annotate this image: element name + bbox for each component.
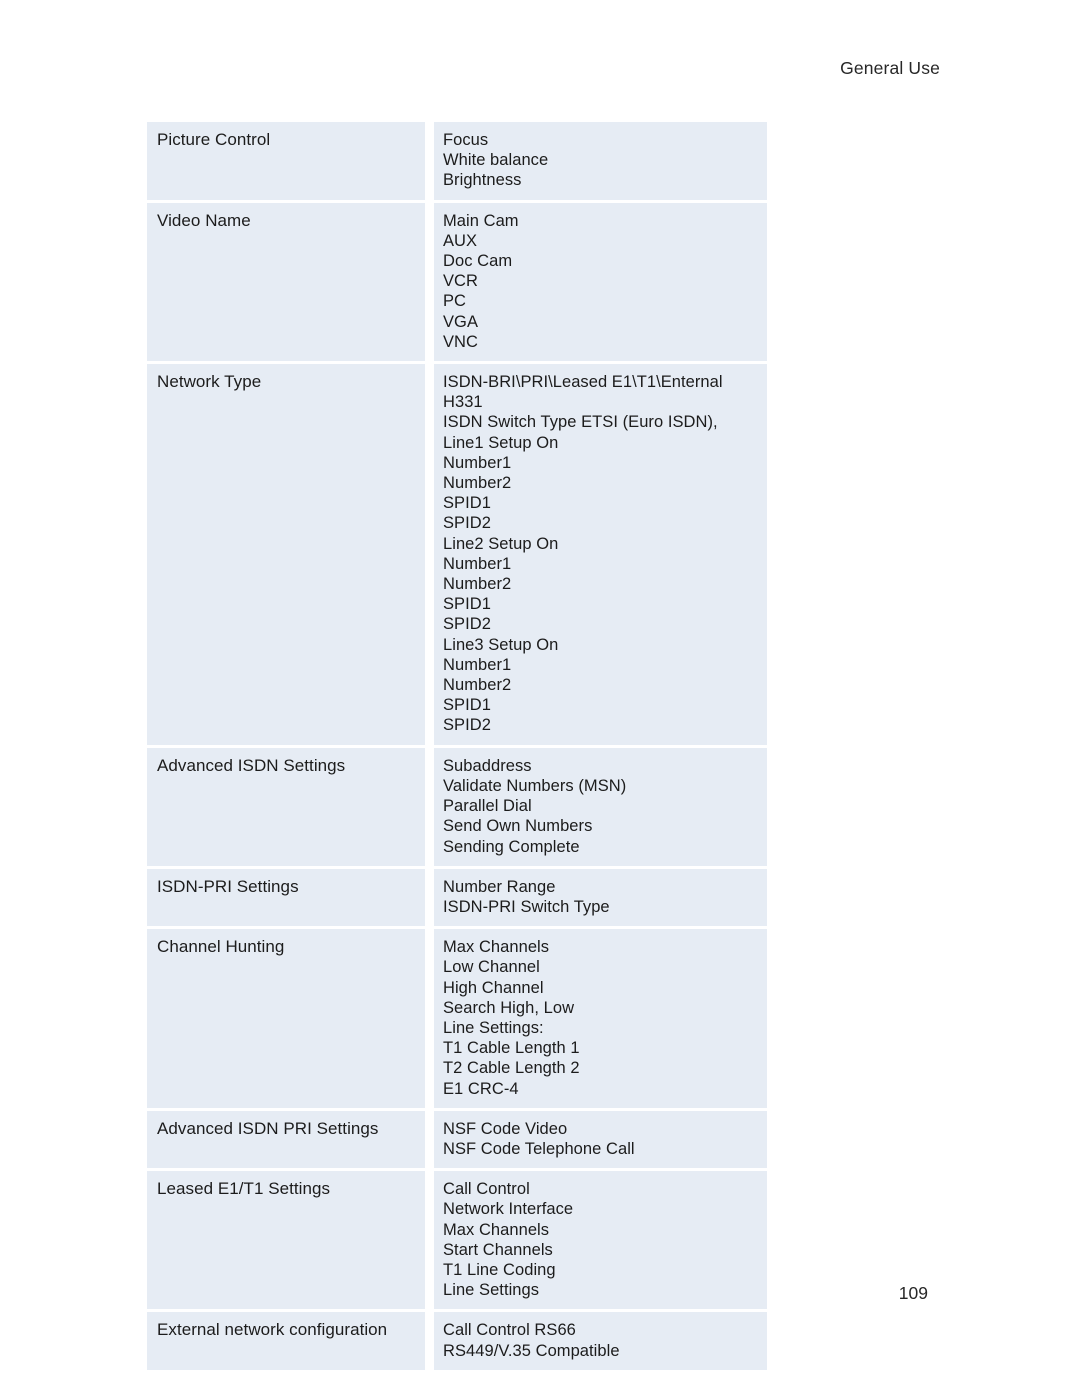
table-row: Network Type ISDN-BRI\PRI\Leased E1\T1\En… (147, 364, 767, 745)
option-item: Number2 (443, 676, 512, 695)
option-item: Number Range (443, 877, 556, 896)
option-item: Max Channels (443, 938, 550, 957)
column-divider (425, 929, 434, 1108)
table-cell-category: Video Name (147, 202, 425, 362)
table-row: Video Name Main Cam AUX Doc Cam VCR PC VGA VNC (147, 202, 767, 362)
option-item: Line3 Setup On (443, 635, 559, 654)
option-item: SPID2 (443, 615, 491, 634)
option-item: VCR (443, 272, 478, 291)
category-label: Picture Control (157, 130, 271, 149)
table-cell-category: Network Type (147, 364, 425, 745)
category-label: Leased E1/T1 Settings (157, 1179, 331, 1199)
column-divider (425, 122, 434, 200)
table-cell-category: Advanced ISDN PRI Settings (147, 1110, 425, 1169)
option-item: Validate Numbers (MSN) (443, 776, 627, 795)
option-item: NSF Code Telephone Call (443, 1139, 635, 1158)
column-divider (425, 747, 434, 866)
option-item: Low Channel (443, 958, 540, 977)
category-label: Advanced ISDN PRI Settings (157, 1118, 379, 1138)
option-item: Number2 (443, 575, 512, 594)
option-item: E1 CRC-4 (443, 1079, 519, 1098)
category-label: External network configuration (157, 1320, 388, 1340)
option-item: Call Control RS66 (443, 1321, 576, 1340)
category-label: Advanced ISDN Settings (157, 755, 346, 775)
option-item: Max Channels (443, 1220, 550, 1239)
settings-specification-table: Picture Control Focus White balance Brightn… (147, 122, 767, 1370)
option-item: SPID1 (443, 494, 491, 513)
document-page: General Use Picture Control Focus White ba… (0, 0, 1080, 1397)
option-item: Focus (443, 131, 489, 149)
option-item: ISDN Switch Type ETSI (Euro ISDN), (443, 413, 718, 432)
page-number: 109 (898, 1283, 928, 1303)
table-cell-options: Focus White balance Brightness (434, 122, 767, 200)
column-divider (425, 1110, 434, 1169)
option-item: Start Channels (443, 1240, 553, 1259)
option-item: High Channel (443, 978, 544, 997)
option-item: PC (443, 292, 467, 311)
table-cell-category: Advanced ISDN Settings (147, 747, 425, 866)
option-item: T2 Cable Length 2 (443, 1059, 580, 1078)
column-divider (425, 202, 434, 362)
table-cell-category: ISDN-PRI Settings (147, 868, 425, 927)
option-item: Number1 (443, 655, 512, 674)
option-item: Number2 (443, 474, 512, 493)
column-divider (425, 364, 434, 745)
table-row: Picture Control Focus White balance Brightn… (147, 122, 767, 200)
option-item: T1 Line Coding (443, 1260, 556, 1279)
category-label: Network Type (157, 372, 262, 392)
option-item: Subaddress (443, 756, 532, 775)
option-item: Main Cam (443, 211, 519, 230)
option-item: SPID2 (443, 716, 491, 735)
option-item: VGA (443, 312, 478, 331)
table-row: Advanced ISDN Settings Subaddress Validate… (147, 747, 767, 866)
table-cell-category: Channel Hunting (147, 929, 425, 1108)
option-item: Send Own Numbers (443, 817, 593, 836)
option-item: Doc Cam (443, 252, 513, 271)
option-item: Line Settings: (443, 1018, 544, 1037)
option-item: Network Interface (443, 1200, 574, 1219)
option-item: NSF Code Video (443, 1119, 568, 1138)
column-divider (425, 1312, 434, 1370)
table-cell-options: Subaddress Validate Numbers (MSN) Parallel… (434, 747, 767, 866)
category-label: ISDN-PRI Settings (157, 876, 299, 896)
option-item: Call Control (443, 1180, 530, 1199)
table-cell-options: Max Channels Low Channel High Channel Searc… (434, 929, 767, 1108)
category-label: Video Name (157, 210, 251, 230)
table-cell-options: Number Range ISDN-PRI Switch Type (434, 868, 767, 927)
option-item: T1 Cable Length 1 (443, 1039, 580, 1058)
column-divider (425, 868, 434, 927)
table-row: ISDN-PRI Settings Number Range ISDN-PRI Sw… (147, 868, 767, 927)
option-item: Parallel Dial (443, 797, 532, 816)
table-row: Channel Hunting Max Channels Low Channel Hi… (147, 929, 767, 1108)
option-item: AUX (443, 231, 478, 250)
category-label: Channel Hunting (157, 937, 285, 957)
table-cell-category: Picture Control (147, 122, 425, 200)
option-item: Brightness (443, 171, 522, 190)
table-cell-category: External network configuration (147, 1312, 425, 1370)
option-item: ISDN-BRI\PRI\Leased E1\T1\Enternal (443, 373, 723, 392)
table-cell-options: NSF Code Video NSF Code Telephone Call (434, 1110, 767, 1169)
table-row: External network configuration Call Contr… (147, 1312, 767, 1370)
option-item: White balance (443, 151, 549, 170)
table-row: Advanced ISDN PRI Settings NSF Code Video… (147, 1110, 767, 1169)
option-item: Sending Complete (443, 837, 580, 856)
table-cell-options: ISDN-BRI\PRI\Leased E1\T1\Enternal H331 IS… (434, 364, 767, 745)
option-item: SPID1 (443, 595, 491, 614)
table-cell-options: Call Control RS66 RS449/V.35 Compatible (434, 1312, 767, 1370)
table-cell-options: Main Cam AUX Doc Cam VCR PC VGA VNC (434, 202, 767, 362)
option-item: Number1 (443, 453, 512, 472)
option-item: VNC (443, 332, 478, 351)
option-item: Number1 (443, 554, 512, 573)
option-item: Line2 Setup On (443, 534, 559, 553)
option-item: RS449/V.35 Compatible (443, 1341, 620, 1360)
option-item: Search High, Low (443, 998, 575, 1017)
option-item: Line1 Setup On (443, 433, 559, 452)
option-item: ISDN-PRI Switch Type (443, 897, 610, 916)
option-item: SPID1 (443, 696, 491, 715)
option-item: SPID2 (443, 514, 491, 533)
running-header: General Use (840, 58, 940, 78)
option-item: H331 (443, 393, 483, 412)
